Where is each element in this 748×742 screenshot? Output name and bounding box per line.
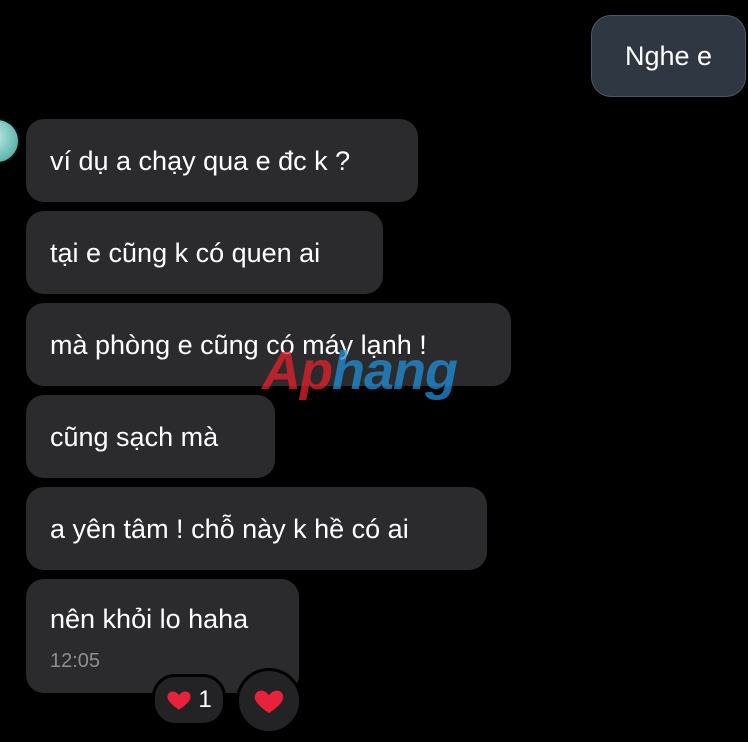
message-timestamp: 12:05 <box>50 650 101 672</box>
received-message[interactable]: tại e cũng k có quen ai <box>26 211 383 294</box>
received-message[interactable]: mà phòng e cũng có máy lạnh ! <box>26 303 511 386</box>
message-text: mà phòng e cũng có máy lạnh ! <box>50 329 427 360</box>
received-message[interactable]: cũng sạch mà <box>26 395 275 478</box>
message-text: ví dụ a chạy qua e đc k ? <box>50 145 351 176</box>
message-text: a yên tâm ! chỗ này k hề có ai <box>50 513 409 544</box>
react-button[interactable] <box>236 668 302 734</box>
heart-icon <box>254 690 284 713</box>
avatar[interactable] <box>0 118 20 164</box>
message-text: cũng sạch mà <box>50 421 219 452</box>
reaction-count: 1 <box>198 686 212 713</box>
sent-message[interactable]: Nghe e <box>591 15 746 97</box>
received-message[interactable]: a yên tâm ! chỗ này k hề có ai <box>26 487 487 570</box>
heart-icon <box>167 691 191 710</box>
message-text: nên khỏi lo haha <box>50 604 249 634</box>
message-text: tại e cũng k có quen ai <box>50 237 321 268</box>
reaction-pill[interactable]: 1 <box>152 674 226 726</box>
sent-message-text: Nghe e <box>624 41 713 71</box>
received-message[interactable]: ví dụ a chạy qua e đc k ? <box>26 119 418 202</box>
